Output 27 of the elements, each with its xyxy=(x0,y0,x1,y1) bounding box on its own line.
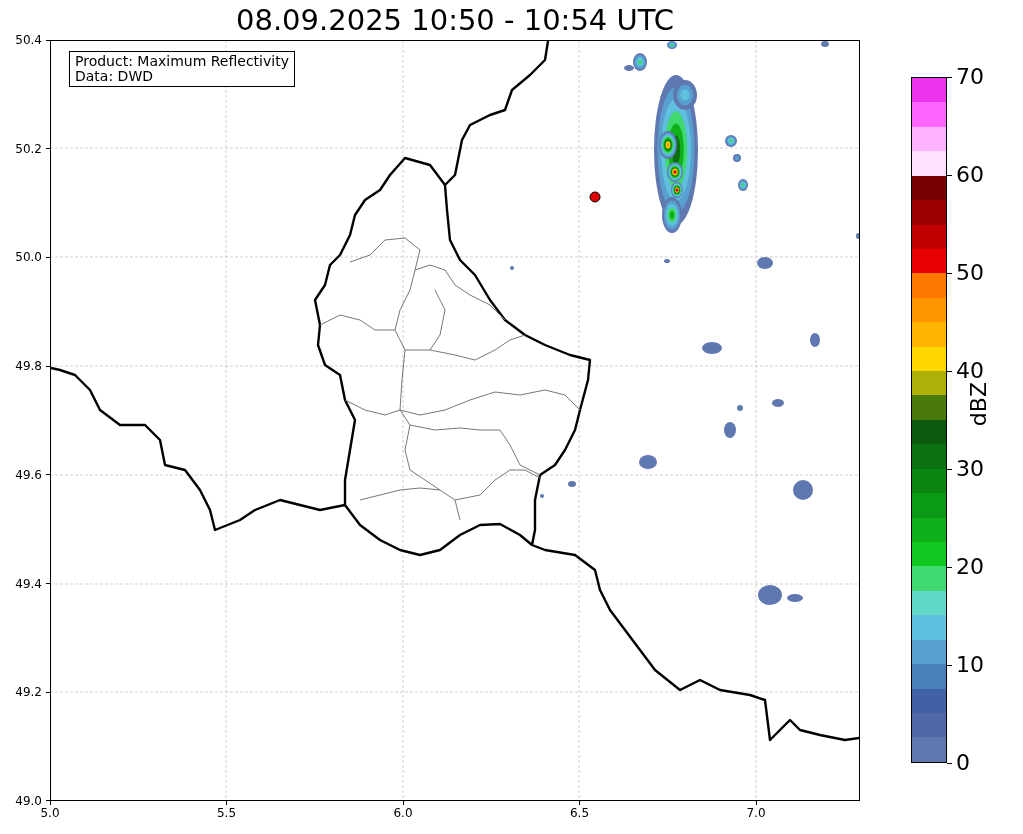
colorbar-tick-label: 40 xyxy=(956,358,984,383)
x-tick-label: 6.5 xyxy=(569,805,590,821)
colorbar-tick-label: 30 xyxy=(956,456,984,482)
y-tick-label: 49.8 xyxy=(15,358,42,375)
y-tick-label: 49.2 xyxy=(15,684,42,701)
colorbar-tick-label: 70 xyxy=(956,64,984,90)
y-tick-label: 49.0 xyxy=(15,792,42,808)
y-tick-label: 50.0 xyxy=(15,249,42,266)
y-tick-label: 50.2 xyxy=(15,140,42,157)
colorbar-tick-label: 0 xyxy=(956,750,970,776)
colorbar-label: dBZ xyxy=(966,382,991,427)
colorbar-tick-label: 60 xyxy=(956,162,984,188)
colorbar-tick-label: 10 xyxy=(956,652,984,678)
x-tick-label: 7.0 xyxy=(746,805,766,821)
x-tick-label: 5.5 xyxy=(216,805,237,821)
legend-text: Product: Maximum Reflectivity xyxy=(75,54,289,69)
x-tick-label: 6.0 xyxy=(393,805,413,821)
y-tick-label: 50.4 xyxy=(15,32,42,48)
y-tick-label: 49.4 xyxy=(15,575,42,592)
x-tick-label: 5.0 xyxy=(40,805,60,821)
y-tick-label: 49.6 xyxy=(15,466,42,483)
colorbar-tick-label: 50 xyxy=(956,260,984,286)
location-marker xyxy=(589,191,601,203)
legend-text: Data: DWD xyxy=(75,69,154,84)
colorbar-tick-label: 20 xyxy=(956,554,984,580)
tick-mark xyxy=(947,762,952,764)
chart-title: 08.09.2025 10:50 - 10:54 UTC xyxy=(235,2,675,39)
